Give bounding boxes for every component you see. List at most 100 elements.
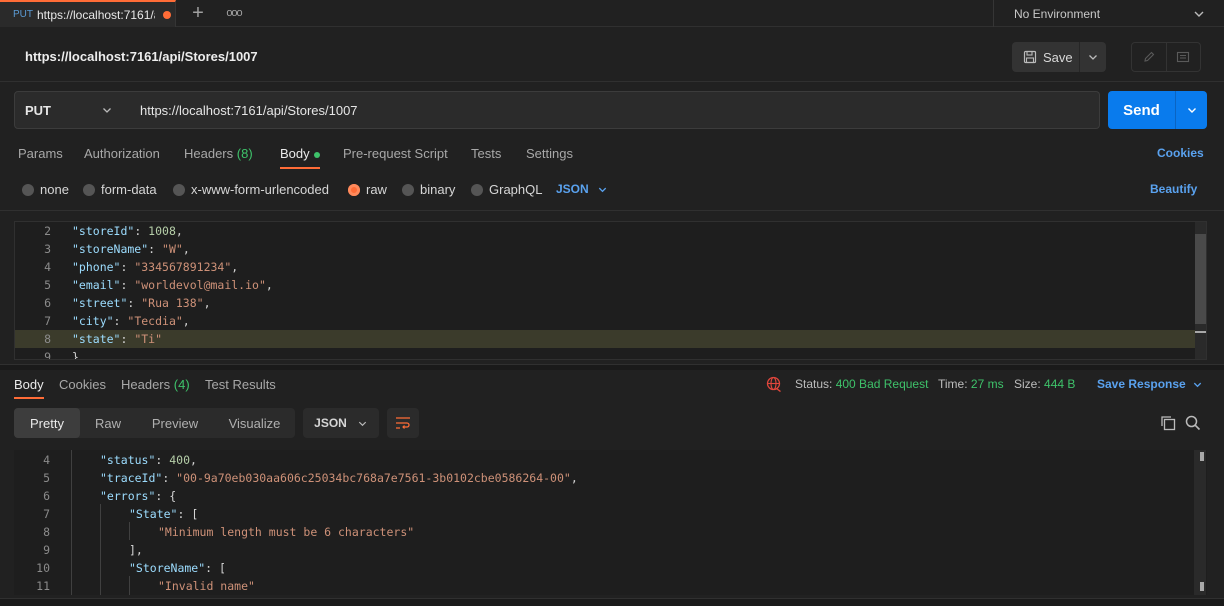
- save-options-button[interactable]: [1080, 42, 1106, 72]
- view-raw[interactable]: Raw: [80, 408, 136, 438]
- view-visualize[interactable]: Visualize: [214, 408, 295, 438]
- tab-label: Pre-request Script: [343, 146, 448, 161]
- response-format-select[interactable]: JSON: [303, 408, 379, 438]
- tab-headers[interactable]: Headers (8): [184, 146, 253, 161]
- tab-authorization[interactable]: Authorization: [84, 146, 160, 161]
- line-number: 6: [43, 489, 50, 503]
- code-line: 10 "StoreName": [: [14, 559, 1194, 577]
- response-tab-headers[interactable]: Headers (4): [121, 377, 190, 392]
- view-pretty[interactable]: Pretty: [14, 408, 80, 438]
- search-icon[interactable]: [1185, 415, 1201, 431]
- tab-label: Test Results: [205, 377, 276, 392]
- response-tab-body[interactable]: Body: [14, 377, 44, 392]
- json-value: "Ti": [134, 332, 163, 346]
- send-button[interactable]: Send: [1108, 91, 1176, 129]
- request-title[interactable]: https://localhost:7161/api/Stores/1007: [25, 49, 258, 64]
- tab-params[interactable]: Params: [18, 146, 63, 161]
- code-line: 6 "street": "Rua 138",: [15, 294, 1195, 312]
- tab-settings[interactable]: Settings: [526, 146, 573, 161]
- divider: [0, 210, 1224, 211]
- save-group: Save: [1012, 42, 1106, 72]
- unsaved-dot-icon: [163, 10, 171, 19]
- code-line: 9}: [15, 348, 1195, 360]
- radio-form-data[interactable]: form-data: [83, 182, 157, 197]
- documentation-button[interactable]: [1167, 43, 1201, 71]
- radio-x-www-form-urlencoded[interactable]: x-www-form-urlencoded: [173, 182, 329, 197]
- code-line: 5 "traceId": "00-9a70eb030aa606c25034bc76…: [14, 469, 1194, 487]
- json-value: "Invalid name": [158, 579, 255, 593]
- tab-label: Headers: [121, 377, 171, 392]
- tab-label: Settings: [526, 146, 573, 161]
- save-disk-icon: [1023, 50, 1037, 64]
- radio-graphql[interactable]: GraphQL: [471, 182, 542, 197]
- save-response-button[interactable]: Save Response: [1097, 377, 1203, 391]
- radio-label: x-www-form-urlencoded: [191, 182, 329, 197]
- json-value: "worldevol@mail.io": [134, 278, 266, 292]
- environment-selector[interactable]: No Environment: [993, 0, 1224, 27]
- radio-icon: [83, 183, 95, 196]
- body-format-select[interactable]: JSON: [556, 182, 608, 196]
- code-line: 4 "phone": "334567891234",: [15, 258, 1195, 276]
- more-tabs-icon[interactable]: ooo: [224, 4, 244, 22]
- tab-pre-request-script[interactable]: Pre-request Script: [343, 146, 448, 161]
- radio-binary[interactable]: binary: [402, 182, 455, 197]
- scrollbar-thumb[interactable]: [1200, 452, 1204, 461]
- code-line: 5 "email": "worldevol@mail.io",: [15, 276, 1195, 294]
- code-line: 11 "Invalid name": [14, 577, 1194, 595]
- json-value: "00-9a70eb030aa606c25034bc768a7e7561-3b0…: [176, 471, 571, 485]
- json-punct: ,: [175, 224, 183, 238]
- response-tab-test-results[interactable]: Test Results: [205, 377, 276, 392]
- radio-raw[interactable]: raw: [348, 182, 387, 197]
- edit-button[interactable]: [1132, 43, 1167, 71]
- json-punct: }: [72, 350, 79, 360]
- view-mode-tabs: Pretty Raw Preview Visualize: [14, 408, 295, 438]
- line-number: 9: [43, 543, 50, 557]
- url-input[interactable]: [129, 91, 1100, 129]
- tab-body[interactable]: Body: [280, 146, 320, 161]
- json-value: 1008: [148, 224, 176, 238]
- radio-icon: [402, 183, 414, 196]
- environment-label: No Environment: [1014, 6, 1101, 21]
- json-punct: ,: [182, 242, 190, 256]
- radio-none[interactable]: none: [22, 182, 69, 197]
- json-punct: ,: [265, 278, 273, 292]
- tab-label: Authorization: [84, 146, 160, 161]
- pane-resize-handle[interactable]: [0, 364, 1224, 370]
- code-line: 7 "city": "Tecdia",: [15, 312, 1195, 330]
- json-key: "StoreName": [129, 561, 206, 575]
- radio-label: binary: [420, 182, 456, 197]
- tab-method-label: PUT: [13, 9, 33, 20]
- chevron-down-icon: [1194, 11, 1204, 17]
- request-body-editor[interactable]: 2 "storeId": 1008, 3 "storeName": "W", 4 "p…: [14, 221, 1207, 360]
- line-number: 3: [44, 242, 51, 256]
- active-tab-underline: [280, 167, 320, 169]
- code-line: 3 "storeName": "W",: [15, 240, 1195, 258]
- size-value: 444 B: [1044, 377, 1076, 391]
- response-time: Time: 27 ms: [938, 377, 1004, 391]
- copy-icon[interactable]: [1160, 415, 1176, 431]
- scrollbar-track[interactable]: [1194, 450, 1206, 595]
- code-line: 2 "storeId": 1008,: [15, 222, 1195, 240]
- view-preview[interactable]: Preview: [136, 408, 214, 438]
- response-tab-cookies[interactable]: Cookies: [59, 377, 106, 392]
- cookies-link[interactable]: Cookies: [1157, 146, 1204, 160]
- scrollbar-marker: [1200, 582, 1204, 591]
- json-punct: [: [219, 561, 226, 575]
- tab-tests[interactable]: Tests: [471, 146, 501, 161]
- json-value: "W": [162, 242, 183, 256]
- wrap-lines-button[interactable]: [387, 408, 419, 438]
- response-body-viewer[interactable]: 4 "status": 400, 5 "traceId": "00-9a70eb03…: [14, 450, 1207, 595]
- code-line-current: 8 "state": "Ti": [15, 330, 1195, 348]
- chevron-down-icon: [1187, 108, 1196, 113]
- json-value: "Rua 138": [141, 296, 204, 310]
- globe-error-icon[interactable]: [766, 376, 782, 392]
- new-tab-plus-icon[interactable]: +: [187, 3, 209, 25]
- method-select[interactable]: PUT: [14, 91, 130, 129]
- save-button[interactable]: Save: [1012, 42, 1080, 72]
- beautify-link[interactable]: Beautify: [1150, 182, 1197, 196]
- body-format-label: JSON: [556, 182, 589, 196]
- send-options-button[interactable]: [1176, 91, 1207, 129]
- scrollbar-thumb[interactable]: [1195, 234, 1206, 324]
- request-tab[interactable]: PUT https://localhost:7161/a: [0, 0, 176, 27]
- chevron-down-icon: [103, 108, 111, 113]
